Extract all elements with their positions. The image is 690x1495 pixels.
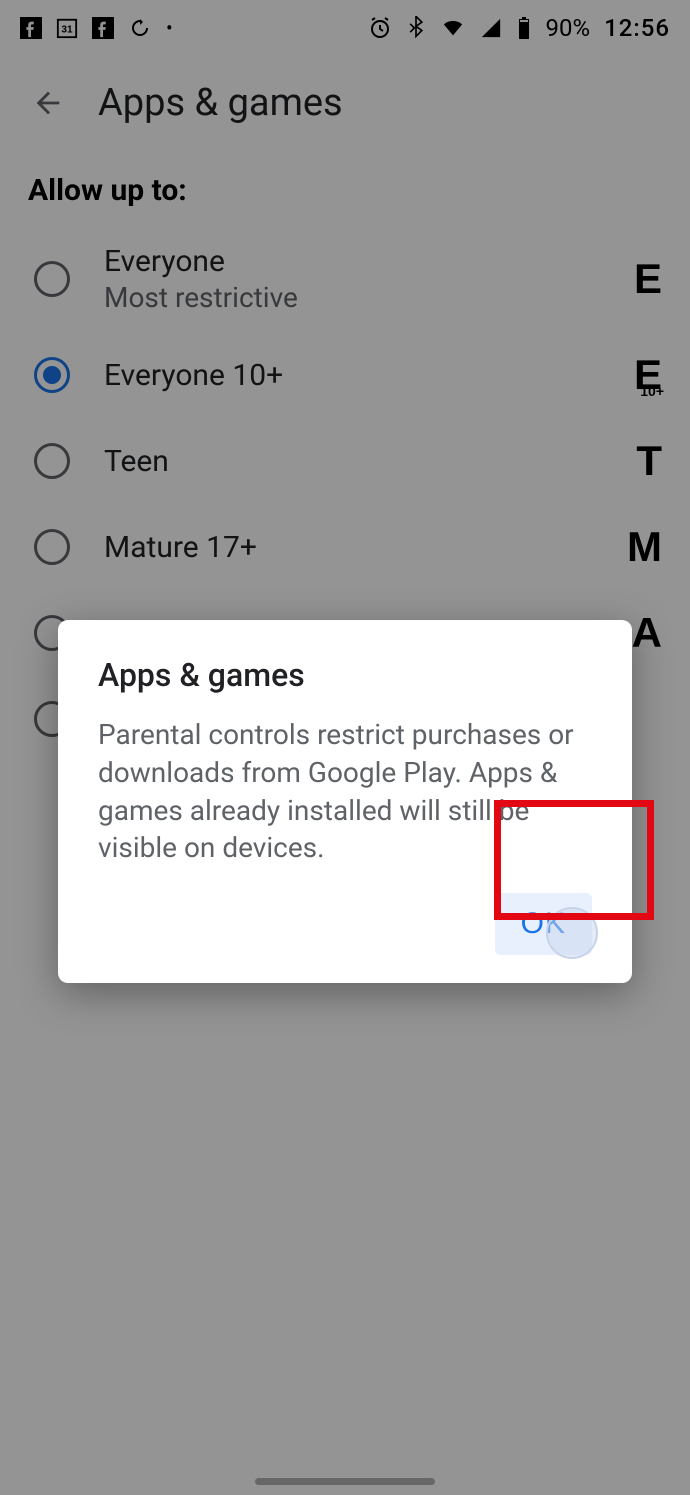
annotation-highlight [494, 800, 654, 920]
gesture-nav-handle[interactable] [255, 1478, 435, 1485]
dialog-title: Apps & games [98, 656, 592, 694]
screen: 31 • 90% [0, 0, 690, 1495]
